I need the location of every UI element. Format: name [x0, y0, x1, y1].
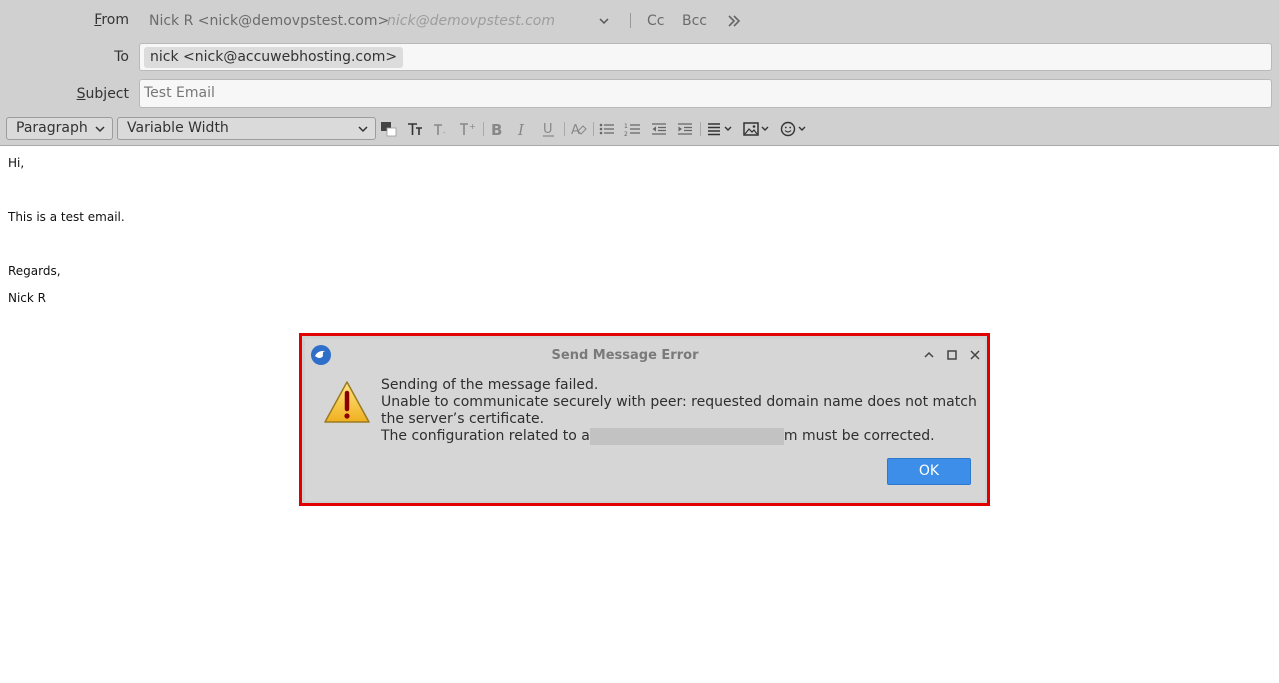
format-toolbar: Paragraph Variable Width - + B I U A 12	[0, 115, 1279, 143]
toolbar-separator	[700, 122, 701, 136]
svg-text:1: 1	[624, 123, 628, 130]
ok-button[interactable]: OK	[887, 458, 971, 485]
svg-text:B: B	[491, 121, 502, 137]
paragraph-format-select[interactable]: Paragraph	[6, 117, 113, 140]
dialog-message: Sending of the message failed. Unable to…	[381, 377, 977, 445]
toolbar-separator	[593, 122, 594, 136]
minimize-icon[interactable]	[922, 348, 936, 362]
font-select[interactable]: Variable Width	[117, 117, 376, 140]
double-chevron-right-icon[interactable]	[726, 13, 742, 29]
body-line: Nick R	[8, 291, 47, 305]
from-separator	[630, 13, 631, 28]
from-identity[interactable]: Nick R <nick@demovpstest.com>	[149, 13, 389, 29]
redacted-text	[589, 428, 784, 445]
close-icon[interactable]	[968, 348, 982, 362]
svg-text:U: U	[543, 122, 553, 137]
toolbar-separator	[564, 122, 565, 136]
underline-icon[interactable]: U	[540, 121, 558, 137]
align-icon[interactable]	[706, 121, 734, 137]
to-field[interactable]: nick <nick@accuwebhosting.com>	[139, 43, 1272, 71]
message-body[interactable]: Hi, This is a test email. Regards, Nick …	[8, 156, 125, 318]
message-line: Unable to communicate securely with peer…	[381, 394, 977, 410]
svg-text:I: I	[517, 121, 525, 137]
larger-text-icon[interactable]: +	[458, 121, 476, 137]
numbered-list-icon[interactable]: 12	[624, 121, 642, 137]
from-address-placeholder[interactable]: nick@demovpstest.com	[387, 13, 555, 29]
emoji-icon[interactable]	[779, 121, 809, 137]
from-row: From Nick R <nick@demovpstest.com> nick@…	[0, 0, 1279, 40]
svg-text:-: -	[443, 129, 446, 137]
maximize-icon[interactable]	[945, 348, 959, 362]
body-line: Hi,	[8, 156, 25, 170]
error-dialog-highlight: Send Message Error Sending of the messag…	[299, 333, 990, 506]
chevron-down-icon[interactable]	[597, 14, 611, 28]
bcc-button[interactable]: Bcc	[682, 13, 707, 29]
chevron-down-icon	[95, 126, 105, 133]
body-line: Regards,	[8, 264, 61, 278]
to-label: To	[114, 49, 129, 65]
body-line	[8, 237, 125, 264]
from-label: From	[94, 12, 129, 28]
compose-header: From Nick R <nick@demovpstest.com> nick@…	[0, 0, 1279, 146]
smaller-text-icon[interactable]: -	[432, 121, 450, 137]
insert-image-icon[interactable]	[742, 121, 772, 137]
message-line: the server’s certificate.	[381, 411, 545, 427]
subject-label: Subject	[76, 86, 129, 102]
dialog-title: Send Message Error	[551, 348, 699, 363]
recipient-pill[interactable]: nick <nick@accuwebhosting.com>	[144, 47, 404, 68]
svg-text:2: 2	[624, 131, 628, 137]
body-line	[8, 183, 125, 210]
send-error-dialog: Send Message Error Sending of the messag…	[305, 339, 985, 501]
warning-icon	[324, 381, 370, 423]
indent-icon[interactable]	[676, 121, 694, 137]
message-line: Sending of the message failed.	[381, 377, 599, 393]
toolbar-separator	[483, 122, 484, 136]
italic-icon[interactable]: I	[514, 121, 532, 137]
message-line: The configuration related to am must be …	[381, 428, 935, 445]
outdent-icon[interactable]	[650, 121, 668, 137]
font-size-icon[interactable]	[406, 121, 424, 137]
bullet-list-icon[interactable]	[598, 121, 616, 137]
body-line: This is a test email.	[8, 210, 125, 224]
subject-input[interactable]: Test Email	[139, 79, 1272, 108]
text-color-icon[interactable]	[380, 121, 398, 137]
bold-icon[interactable]: B	[488, 121, 506, 137]
cc-button[interactable]: Cc	[647, 13, 664, 29]
svg-text:+: +	[469, 122, 476, 131]
remove-formatting-icon[interactable]: A	[569, 121, 587, 137]
chevron-down-icon	[358, 126, 368, 133]
compose-window: From Nick R <nick@demovpstest.com> nick@…	[0, 0, 1279, 683]
